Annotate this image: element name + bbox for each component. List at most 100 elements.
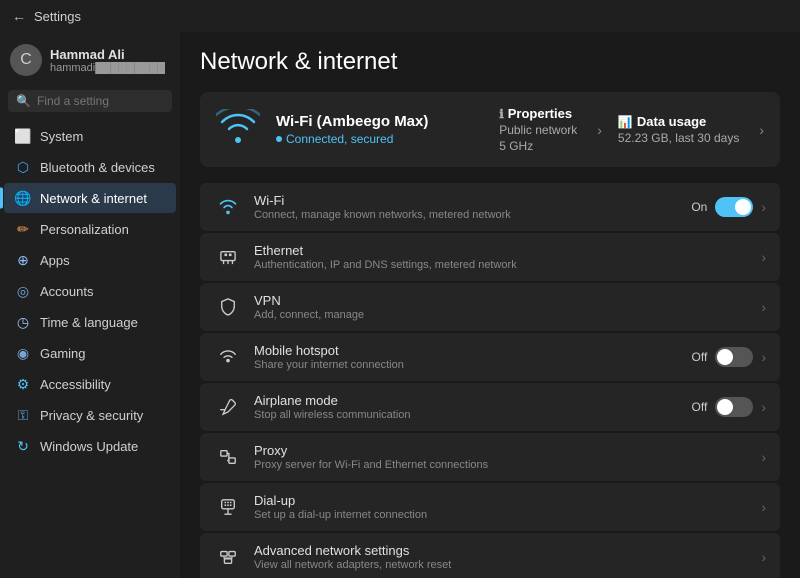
row-chevron-proxy: › — [761, 449, 766, 465]
user-section[interactable]: C Hammad Ali hammadi█████████ — [0, 36, 180, 88]
toggle-switch-airplane[interactable] — [715, 397, 753, 417]
setting-icon-airplane — [214, 393, 242, 421]
info-icon: ℹ — [499, 107, 504, 121]
app-container: ← Settings C Hammad Ali hammadi█████████… — [0, 0, 800, 578]
toggle-label-airplane: Off — [692, 400, 708, 414]
setting-row-vpn[interactable]: VPNAdd, connect, manage › — [200, 283, 780, 331]
nav-label-bluetooth: Bluetooth & devices — [40, 160, 155, 175]
setting-icon-hotspot — [214, 343, 242, 371]
nav-icon-privacy: ⚿ — [14, 406, 32, 424]
nav-label-time: Time & language — [40, 315, 138, 330]
setting-row-airplane[interactable]: Airplane modeStop all wireless communica… — [200, 383, 780, 431]
setting-text-proxy: ProxyProxy server for Wi-Fi and Ethernet… — [254, 443, 749, 471]
setting-name-ethernet: Ethernet — [254, 243, 749, 258]
setting-right-ethernet: › — [761, 249, 766, 265]
wifi-properties[interactable]: ℹ Properties Public network 5 GHz — [499, 106, 577, 153]
data-usage-value: 52.23 GB, last 30 days — [618, 131, 739, 145]
sidebar-item-privacy[interactable]: ⚿ Privacy & security — [0, 400, 180, 430]
setting-desc-vpn: Add, connect, manage — [254, 309, 749, 321]
nav-icon-bluetooth: ⬡ — [14, 158, 32, 176]
setting-text-vpn: VPNAdd, connect, manage — [254, 293, 749, 321]
row-chevron-wifi: › — [761, 199, 766, 215]
user-name: Hammad Ali — [50, 47, 165, 62]
sidebar-item-system[interactable]: ⬜ System — [0, 121, 180, 151]
setting-desc-hotspot: Share your internet connection — [254, 359, 680, 371]
sidebar-item-accounts[interactable]: ◎Accounts — [0, 276, 180, 306]
app-title: Settings — [34, 9, 81, 24]
nav-icon-system: ⬜ — [14, 127, 32, 145]
toggle-thumb-wifi — [735, 199, 751, 215]
sidebar-item-bluetooth[interactable]: ⬡ Bluetooth & devices — [0, 152, 180, 182]
active-indicator — [0, 188, 3, 209]
page-title: Network & internet — [200, 48, 780, 76]
nav-label-accounts: Accounts — [40, 284, 93, 299]
setting-right-proxy: › — [761, 449, 766, 465]
nav-label-gaming: Gaming — [40, 346, 86, 361]
setting-text-dialup: Dial-upSet up a dial-up internet connect… — [254, 493, 749, 521]
setting-row-proxy[interactable]: ProxyProxy server for Wi-Fi and Ethernet… — [200, 433, 780, 481]
setting-row-hotspot[interactable]: Mobile hotspotShare your internet connec… — [200, 333, 780, 381]
data-usage-header: 📊 Data usage — [618, 114, 706, 129]
data-usage-chevron: › — [759, 122, 764, 138]
setting-icon-dialup — [214, 493, 242, 521]
title-bar: ← Settings — [0, 0, 800, 32]
row-chevron-ethernet: › — [761, 249, 766, 265]
nav-icon-time: ◷ — [14, 313, 32, 331]
setting-right-hotspot: Off› — [692, 347, 766, 367]
setting-right-vpn: › — [761, 299, 766, 315]
back-button[interactable]: ← — [12, 8, 26, 24]
nav-label-apps: Apps — [40, 253, 70, 268]
row-chevron-dialup: › — [761, 499, 766, 515]
setting-desc-dialup: Set up a dial-up internet connection — [254, 509, 749, 521]
sidebar-item-personalization[interactable]: ✏ Personalization — [0, 214, 180, 244]
nav-label-privacy: Privacy & security — [40, 408, 143, 423]
nav-items: ⬜ System ⬡ Bluetooth & devices 🌐Network & in… — [0, 120, 180, 462]
setting-right-wifi: On› — [691, 197, 766, 217]
setting-text-airplane: Airplane modeStop all wireless communica… — [254, 393, 680, 421]
network-type: Public network — [499, 123, 577, 137]
search-box[interactable]: 🔍 — [8, 90, 172, 112]
sidebar-item-network[interactable]: 🌐Network & internet — [0, 183, 180, 213]
setting-text-hotspot: Mobile hotspotShare your internet connec… — [254, 343, 680, 371]
setting-text-ethernet: EthernetAuthentication, IP and DNS setti… — [254, 243, 749, 271]
toggle-switch-wifi[interactable] — [715, 197, 753, 217]
nav-label-update: Windows Update — [40, 439, 138, 454]
setting-icon-vpn — [214, 293, 242, 321]
nav-icon-apps: ⊕ — [14, 251, 32, 269]
setting-right-airplane: Off› — [692, 397, 766, 417]
sidebar-item-gaming[interactable]: ◉ Gaming — [0, 338, 180, 368]
sidebar-item-accessibility[interactable]: ⚙Accessibility — [0, 369, 180, 399]
setting-row-advanced[interactable]: Advanced network settingsView all networ… — [200, 533, 780, 578]
setting-row-wifi[interactable]: Wi-FiConnect, manage known networks, met… — [200, 183, 780, 231]
sidebar-item-update[interactable]: ↻ Windows Update — [0, 431, 180, 461]
nav-icon-personalization: ✏ — [14, 220, 32, 238]
properties-chevron: › — [597, 122, 602, 138]
setting-row-dialup[interactable]: Dial-upSet up a dial-up internet connect… — [200, 483, 780, 531]
setting-name-dialup: Dial-up — [254, 493, 749, 508]
setting-name-hotspot: Mobile hotspot — [254, 343, 680, 358]
user-email: hammadi█████████ — [50, 62, 165, 74]
nav-label-accessibility: Accessibility — [40, 377, 111, 392]
sidebar-item-time[interactable]: ◷ Time & language — [0, 307, 180, 337]
setting-row-ethernet[interactable]: EthernetAuthentication, IP and DNS setti… — [200, 233, 780, 281]
setting-icon-proxy — [214, 443, 242, 471]
sidebar-item-apps[interactable]: ⊕ Apps — [0, 245, 180, 275]
nav-icon-update: ↻ — [14, 437, 32, 455]
search-input[interactable] — [37, 94, 192, 108]
nav-label-personalization: Personalization — [40, 222, 129, 237]
frequency: 5 GHz — [499, 139, 533, 153]
nav-label-system: System — [40, 129, 83, 144]
data-usage[interactable]: 📊 Data usage 52.23 GB, last 30 days — [618, 114, 739, 145]
toggle-switch-hotspot[interactable] — [715, 347, 753, 367]
wifi-status-dot — [276, 136, 282, 142]
wifi-info: Wi-Fi (Ambeego Max) Connected, secured — [276, 113, 483, 146]
setting-desc-proxy: Proxy server for Wi-Fi and Ethernet conn… — [254, 459, 749, 471]
setting-desc-wifi: Connect, manage known networks, metered … — [254, 209, 679, 221]
wifi-ssid: Wi-Fi (Ambeego Max) — [276, 113, 483, 130]
setting-icon-wifi — [214, 193, 242, 221]
nav-icon-gaming: ◉ — [14, 344, 32, 362]
wifi-banner[interactable]: Wi-Fi (Ambeego Max) Connected, secured ℹ… — [200, 92, 780, 167]
avatar: C — [10, 44, 42, 76]
sidebar: C Hammad Ali hammadi█████████ 🔍 ⬜ System ⬡… — [0, 32, 180, 578]
setting-name-vpn: VPN — [254, 293, 749, 308]
